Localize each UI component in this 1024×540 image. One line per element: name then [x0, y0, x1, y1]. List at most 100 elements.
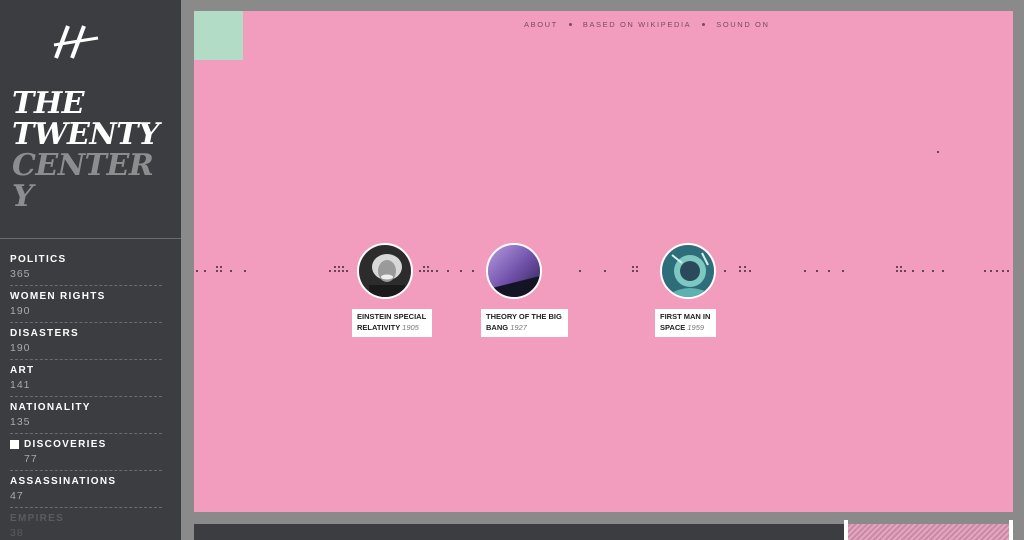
timeline-marker[interactable] — [1007, 270, 1010, 273]
timeline-marker[interactable] — [338, 270, 341, 273]
timeline-marker[interactable] — [744, 266, 747, 269]
spacesuit-image — [662, 245, 714, 297]
event-image-einstein[interactable] — [357, 243, 413, 299]
timeline-marker[interactable] — [900, 270, 903, 273]
timeline-marker[interactable] — [427, 270, 430, 273]
category-count: 190 — [10, 342, 31, 354]
timeline-marker[interactable] — [896, 266, 899, 269]
event-label[interactable]: EINSTEIN SPECIAL RELATIVITY 1905 — [352, 309, 433, 337]
sidebar: THE TWENTY CENTER Y POLITICS 365 WOMEN R… — [0, 0, 181, 540]
category-nationality[interactable]: NATIONALITY 135 — [10, 396, 162, 433]
timeline-marker[interactable] — [427, 266, 430, 269]
category-label: POLITICS — [10, 254, 67, 265]
scrubber-left-handle[interactable] — [844, 520, 848, 540]
timeline-marker[interactable] — [342, 270, 345, 273]
timeline-marker[interactable] — [196, 270, 199, 273]
category-count: 38 — [10, 527, 24, 539]
top-nav: ABOUT BASED ON WIKIPEDIA SOUND ON — [524, 20, 769, 29]
timeline-marker[interactable] — [749, 270, 752, 273]
event-label[interactable]: THEORY OF THE BIG BANG 1927 — [481, 309, 568, 337]
timeline-marker[interactable] — [904, 270, 907, 273]
timeline-marker[interactable] — [472, 270, 475, 273]
timeline-panel[interactable]: ABOUT BASED ON WIKIPEDIA SOUND ON EINSTE… — [194, 11, 1013, 512]
event-year: 1905 — [402, 322, 419, 332]
timeline-marker[interactable] — [204, 270, 207, 273]
timeline-marker[interactable] — [922, 270, 925, 273]
timeline-marker[interactable] — [739, 266, 742, 269]
category-discoveries[interactable]: DISCOVERIES 77 — [10, 433, 162, 470]
timeline-marker[interactable] — [220, 266, 223, 269]
timeline-marker[interactable] — [460, 270, 463, 273]
timeline-marker[interactable] — [334, 266, 337, 269]
timeline-marker[interactable] — [447, 270, 450, 273]
timeline-marker[interactable] — [896, 270, 899, 273]
timeline-marker[interactable] — [828, 270, 831, 273]
timeline-marker[interactable] — [984, 270, 987, 273]
timeline-marker[interactable] — [912, 270, 915, 273]
nav-sound-toggle[interactable]: SOUND ON — [716, 20, 769, 29]
category-count: 365 — [10, 268, 31, 280]
category-politics[interactable]: POLITICS 365 — [10, 249, 162, 285]
timeline-marker[interactable] — [942, 270, 945, 273]
nav-separator-dot — [702, 23, 706, 26]
timeline-marker[interactable] — [329, 270, 332, 273]
timeline-marker[interactable] — [816, 270, 819, 273]
timeline-marker[interactable] — [334, 270, 337, 273]
timeline-marker[interactable] — [423, 266, 426, 269]
sidebar-divider — [0, 238, 181, 239]
timeline-marker[interactable] — [636, 270, 639, 273]
category-list: POLITICS 365 WOMEN RIGHTS 190 DISASTERS … — [10, 249, 162, 540]
timeline-marker[interactable] — [423, 270, 426, 273]
category-label: EMPIRES — [10, 513, 65, 524]
speck-dot — [937, 151, 939, 153]
category-label: DISCOVERIES — [24, 439, 107, 450]
timeline-marker[interactable] — [346, 270, 349, 273]
timeline-marker[interactable] — [436, 270, 439, 273]
timeline-marker[interactable] — [744, 270, 747, 273]
logo-icon[interactable] — [52, 20, 100, 64]
timeline-marker[interactable] — [342, 266, 345, 269]
timeline-track[interactable] — [194, 266, 1013, 276]
timeline-marker[interactable] — [739, 270, 742, 273]
scrubber-window[interactable] — [846, 524, 1010, 540]
timeline-marker[interactable] — [996, 270, 999, 273]
timeline-marker[interactable] — [431, 270, 434, 273]
timeline-marker[interactable] — [900, 266, 903, 269]
timeline-marker[interactable] — [244, 270, 247, 273]
timeline-marker[interactable] — [632, 270, 635, 273]
timeline-marker[interactable] — [932, 270, 935, 273]
timeline-marker[interactable] — [220, 270, 223, 273]
timeline-marker[interactable] — [338, 266, 341, 269]
nav-about-link[interactable]: ABOUT — [524, 20, 558, 29]
app-title: THE TWENTY CENTER Y — [12, 88, 160, 212]
timeline-marker[interactable] — [632, 266, 635, 269]
timeline-marker[interactable] — [804, 270, 807, 273]
category-women-rights[interactable]: WOMEN RIGHTS 190 — [10, 285, 162, 322]
timeline-marker[interactable] — [990, 270, 993, 273]
galaxy-image — [488, 245, 540, 297]
timeline-marker[interactable] — [216, 266, 219, 269]
category-art[interactable]: ART 141 — [10, 359, 162, 396]
timeline-marker[interactable] — [636, 266, 639, 269]
timeline-marker[interactable] — [419, 270, 422, 273]
timeline-marker[interactable] — [724, 270, 727, 273]
category-empires[interactable]: EMPIRES 38 — [10, 507, 162, 540]
category-assassinations[interactable]: ASSASSINATIONS 47 — [10, 470, 162, 507]
timeline-marker[interactable] — [216, 270, 219, 273]
timeline-marker[interactable] — [230, 270, 233, 273]
category-disasters[interactable]: DISASTERS 190 — [10, 322, 162, 359]
checkbox-icon — [10, 440, 19, 449]
event-image-galaxy[interactable] — [486, 243, 542, 299]
event-image-gagarin[interactable] — [660, 243, 716, 299]
timeline-marker[interactable] — [1002, 270, 1005, 273]
event-title: RELATIVITY — [357, 322, 401, 332]
timeline-marker[interactable] — [842, 270, 845, 273]
event-label[interactable]: FIRST MAN IN SPACE 1959 — [655, 309, 717, 337]
nav-wikipedia-link[interactable]: BASED ON WIKIPEDIA — [583, 20, 691, 29]
category-label: NATIONALITY — [10, 402, 91, 413]
category-count: 190 — [10, 305, 31, 317]
timeline-scrubber[interactable] — [194, 520, 1013, 540]
scrubber-right-handle[interactable] — [1009, 520, 1013, 540]
timeline-marker[interactable] — [604, 270, 607, 273]
timeline-marker[interactable] — [579, 270, 582, 273]
